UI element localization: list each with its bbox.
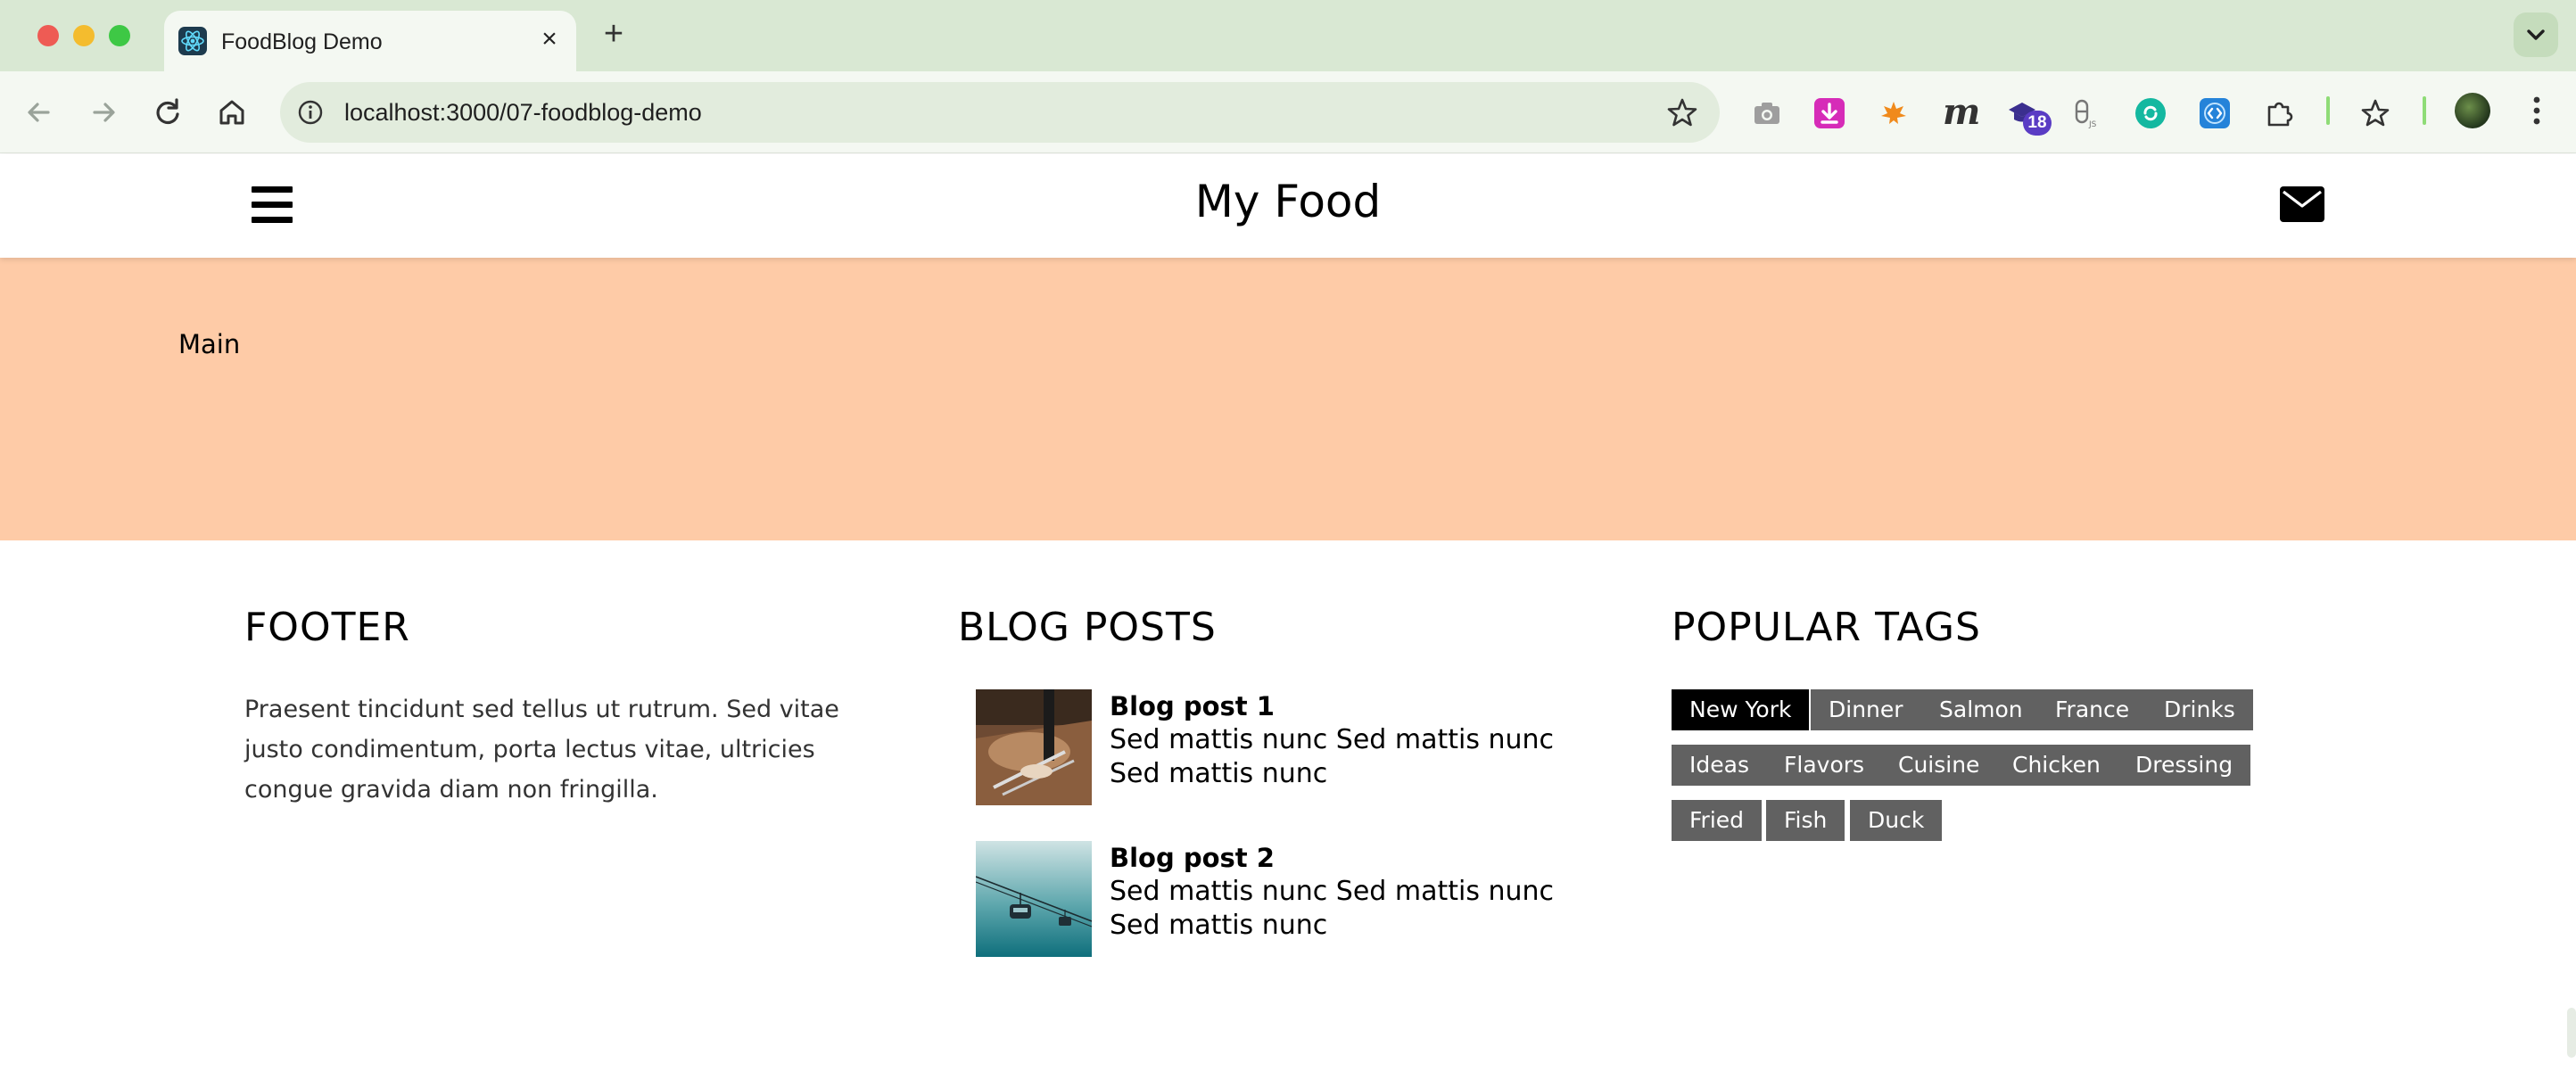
tag-dinner[interactable]: Dinner <box>1811 689 1921 730</box>
forward-icon <box>93 103 115 122</box>
react-icon <box>178 27 207 55</box>
tag-ideas[interactable]: Ideas <box>1672 745 1767 786</box>
blog-post-thumbnail[interactable] <box>976 689 1092 805</box>
blog-post-item[interactable]: Blog post 2 Sed mattis nunc Sed mattis n… <box>976 841 1600 957</box>
nodejs-icon[interactable]: JS <box>2071 98 2101 129</box>
browser-tab[interactable]: FoodBlog Demo × <box>164 11 576 71</box>
tag-duck[interactable]: Duck <box>1850 800 1943 841</box>
main-section: Main <box>0 258 2576 540</box>
tag-flavors[interactable]: Flavors <box>1766 745 1883 786</box>
reload-button[interactable] <box>146 91 189 134</box>
toolbar-divider <box>2423 96 2426 125</box>
scrollbar-thumb[interactable] <box>2567 1008 2576 1058</box>
browser-toolbar: localhost:3000/07-foodblog-demo m 18 JS <box>0 71 2576 153</box>
site-title: My Food <box>1194 176 1382 227</box>
tag-salmon[interactable]: Salmon <box>1921 689 2041 730</box>
address-bar[interactable]: localhost:3000/07-foodblog-demo <box>280 82 1720 143</box>
home-button[interactable] <box>211 91 253 134</box>
kebab-icon[interactable] <box>2524 93 2549 128</box>
footer-about: FOOTER Praesent tincidunt sed tellus ut … <box>244 605 887 810</box>
minimize-window-button[interactable] <box>73 25 95 46</box>
m-icon[interactable]: m <box>1943 95 1980 130</box>
blog-post-item[interactable]: Blog post 1 Sed mattis nunc Sed mattis n… <box>976 689 1600 805</box>
tag-france[interactable]: France <box>2037 689 2148 730</box>
leaf-icon[interactable] <box>1878 98 1909 128</box>
close-window-button[interactable] <box>37 25 59 46</box>
star-list-icon[interactable] <box>2360 98 2390 128</box>
tag-drinks[interactable]: Drinks <box>2146 689 2253 730</box>
puzzle-icon[interactable] <box>2264 98 2294 128</box>
footer-text: Praesent tincidunt sed tellus ut rutrum.… <box>244 696 839 804</box>
tag-fish[interactable]: Fish <box>1766 800 1845 841</box>
blog-post-title[interactable]: Blog post 2 <box>1110 843 1275 873</box>
forward-button[interactable] <box>82 91 125 134</box>
footer-heading: FOOTER <box>244 605 410 650</box>
chevron-down-icon <box>2527 29 2545 40</box>
refresh-circle-icon[interactable] <box>2135 98 2166 128</box>
main-label: Main <box>178 329 241 359</box>
tag-new-york[interactable]: New York <box>1672 689 1810 730</box>
blog-post-excerpt: Sed mattis nunc Sed mattis nunc Sed matt… <box>1110 724 1555 789</box>
svg-text:JS: JS <box>2088 120 2097 128</box>
tag-dressing[interactable]: Dressing <box>2118 745 2251 786</box>
blog-posts-heading: BLOG POSTS <box>958 605 1217 650</box>
maximize-window-button[interactable] <box>109 25 130 46</box>
blog-post-thumbnail[interactable] <box>976 841 1092 957</box>
tag-fried[interactable]: Fried <box>1672 800 1763 841</box>
camera-icon[interactable] <box>1752 98 1782 128</box>
star-icon[interactable] <box>1666 96 1698 128</box>
blog-post-title[interactable]: Blog post 1 <box>1110 691 1275 721</box>
new-tab-button[interactable]: + <box>596 16 632 52</box>
reload-icon <box>156 98 179 125</box>
tab-close-icon[interactable]: × <box>533 23 566 55</box>
tag-chicken[interactable]: Chicken <box>1994 745 2118 786</box>
tab-search-button[interactable] <box>2514 12 2558 57</box>
blog-posts-section: BLOG POSTS Blog post 1 Sed mattis nunc S… <box>958 605 1600 957</box>
back-icon <box>28 103 50 122</box>
code-icon[interactable] <box>2200 98 2230 128</box>
popular-tags-heading: POPULAR TAGS <box>1672 605 1981 650</box>
browser-tab-bar: FoodBlog Demo × + <box>0 0 2576 71</box>
envelope-icon[interactable] <box>2280 186 2324 222</box>
url-text[interactable]: localhost:3000/07-foodblog-demo <box>344 99 702 127</box>
info-icon[interactable] <box>296 98 325 127</box>
tag-cuisine[interactable]: Cuisine <box>1880 745 1998 786</box>
home-icon <box>219 100 244 125</box>
avatar[interactable] <box>2455 93 2490 128</box>
extension-badge: 18 <box>2023 111 2052 136</box>
back-button[interactable] <box>18 91 61 134</box>
site-header: My Food <box>0 154 2576 258</box>
blog-post-excerpt: Sed mattis nunc Sed mattis nunc Sed matt… <box>1110 876 1555 941</box>
download-icon[interactable] <box>1814 98 1845 128</box>
toolbar-divider <box>2326 96 2330 125</box>
tab-title: FoodBlog Demo <box>221 29 383 54</box>
popular-tags-section: POPULAR TAGS New York Dinner Salmon Fran… <box>1672 605 2314 841</box>
